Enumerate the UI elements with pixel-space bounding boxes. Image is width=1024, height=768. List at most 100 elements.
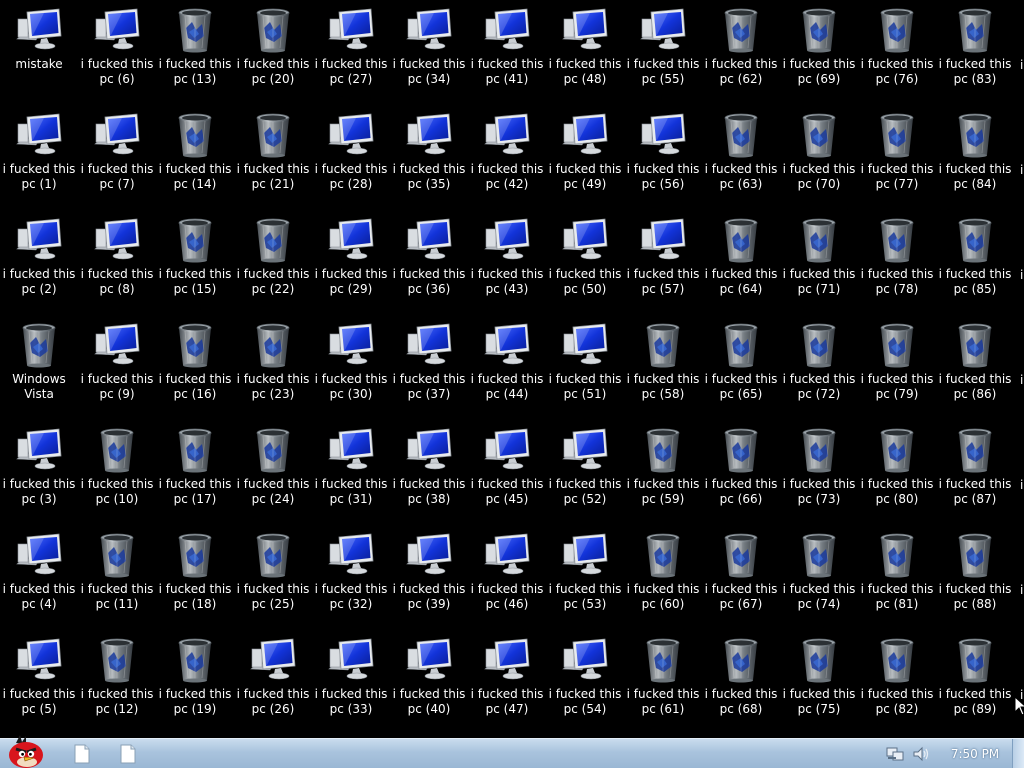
- clock[interactable]: 7:50 PM: [938, 747, 1012, 761]
- desktop-icon-recycle-bin[interactable]: i fucked this pc (88): [936, 525, 1014, 621]
- desktop-icon-recycle-bin[interactable]: i fucked this pc (68): [702, 630, 780, 726]
- desktop-icon-recycle-bin[interactable]: i fucked this pc (59): [624, 420, 702, 516]
- desktop-icon-computer[interactable]: i fucked this pc (3): [0, 420, 78, 516]
- desktop-icon-recycle-bin[interactable]: i fucked this pc (79): [858, 315, 936, 411]
- desktop-icon-computer[interactable]: i fucked this pc (56): [624, 105, 702, 201]
- desktop-icon-recycle-bin[interactable]: i fucked this pc (24): [234, 420, 312, 516]
- desktop-icon-recycle-bin[interactable]: i fucked this pc (64): [702, 210, 780, 306]
- desktop-icon-computer[interactable]: i fucked this pc (54): [546, 630, 624, 726]
- desktop-icon-computer[interactable]: i fucked this pc (30): [312, 315, 390, 411]
- desktop-icon-computer[interactable]: i fucked this pc (38): [390, 420, 468, 516]
- desktop-icon-recycle-bin[interactable]: i fucked this pc (77): [858, 105, 936, 201]
- desktop-icon-recycle-bin[interactable]: i fucked this pc (70): [780, 105, 858, 201]
- desktop-icon-computer[interactable]: i fucked this pc (47): [468, 630, 546, 726]
- desktop-icon-computer[interactable]: i fucked this pc (36): [390, 210, 468, 306]
- desktop-icon-computer[interactable]: i fucked this pc (49): [546, 105, 624, 201]
- desktop-icon-recycle-bin[interactable]: i fucked this pc (67): [702, 525, 780, 621]
- start-button[interactable]: [4, 733, 48, 768]
- desktop-icon-recycle-bin[interactable]: i fucked this pc (81): [858, 525, 936, 621]
- desktop-icon-computer[interactable]: i fucked this pc (26): [234, 630, 312, 726]
- desktop-icon-computer[interactable]: i fucked this pc (1): [0, 105, 78, 201]
- desktop-icon-recycle-bin[interactable]: i fucked this pc (17): [156, 420, 234, 516]
- desktop-icon-computer[interactable]: i fucked this pc (53): [546, 525, 624, 621]
- desktop-icon-label: i fucked this pc (29): [314, 267, 388, 296]
- desktop-icon-computer[interactable]: i fucked this pc (27): [312, 0, 390, 96]
- desktop-icon-recycle-bin[interactable]: i fucked this pc (74): [780, 525, 858, 621]
- desktop-icon-computer[interactable]: i fucked this pc (37): [390, 315, 468, 411]
- desktop-icon-computer[interactable]: i fucked this pc (57): [624, 210, 702, 306]
- desktop-icon-computer[interactable]: i fucked this pc (29): [312, 210, 390, 306]
- desktop-icon-computer[interactable]: i fucked this pc (8): [78, 210, 156, 306]
- desktop-icon-computer[interactable]: i fucked this pc (5): [0, 630, 78, 726]
- show-desktop-button[interactable]: [1012, 739, 1024, 768]
- desktop-icon-recycle-bin[interactable]: i fucked this pc (12): [78, 630, 156, 726]
- desktop-icon-computer[interactable]: i fucked this pc (52): [546, 420, 624, 516]
- desktop-icon-computer[interactable]: i fucked this pc (32): [312, 525, 390, 621]
- desktop-icon-computer[interactable]: i fucked this pc (2): [0, 210, 78, 306]
- desktop-icon-recycle-bin[interactable]: i fucked this pc (14): [156, 105, 234, 201]
- desktop-icon-computer[interactable]: i fucked this pc (39): [390, 525, 468, 621]
- desktop-icon-recycle-bin[interactable]: i fucked this pc (69): [780, 0, 858, 96]
- desktop-icon-computer[interactable]: i fucked this pc (31): [312, 420, 390, 516]
- desktop-icon-recycle-bin[interactable]: i fucked this pc (15): [156, 210, 234, 306]
- desktop-icon-computer[interactable]: i fucked this pc (48): [546, 0, 624, 96]
- desktop-icon-computer[interactable]: i fucked this pc (4): [0, 525, 78, 621]
- desktop-icon-computer[interactable]: i fucked this pc (44): [468, 315, 546, 411]
- desktop-icon-recycle-bin[interactable]: i fucked this pc (84): [936, 105, 1014, 201]
- desktop-icon-recycle-bin[interactable]: i fucked this pc (87): [936, 420, 1014, 516]
- desktop-icon-computer[interactable]: i fucked this pc (51): [546, 315, 624, 411]
- desktop-icon-recycle-bin[interactable]: i fucked this pc (22): [234, 210, 312, 306]
- desktop-icon-recycle-bin[interactable]: i fucked this pc (58): [624, 315, 702, 411]
- desktop-icon-recycle-bin[interactable]: i fucked this pc (63): [702, 105, 780, 201]
- desktop-icon-recycle-bin[interactable]: i fucked this pc (11): [78, 525, 156, 621]
- desktop-icon-recycle-bin[interactable]: i fucked this pc (89): [936, 630, 1014, 726]
- desktop-icon-computer[interactable]: i fucked this pc (45): [468, 420, 546, 516]
- desktop-icon-recycle-bin[interactable]: i fucked this pc (71): [780, 210, 858, 306]
- pinned-document-button[interactable]: [120, 744, 136, 764]
- desktop-icon-recycle-bin[interactable]: i fucked this pc (78): [858, 210, 936, 306]
- desktop-icon-recycle-bin[interactable]: i fucked this pc (62): [702, 0, 780, 96]
- desktop-icon-computer[interactable]: i fucked this pc (41): [468, 0, 546, 96]
- desktop-icon-recycle-bin[interactable]: i fucked this pc (60): [624, 525, 702, 621]
- desktop-icon-recycle-bin[interactable]: i fucked this pc (73): [780, 420, 858, 516]
- volume-icon[interactable]: [912, 745, 930, 763]
- desktop-icon-recycle-bin[interactable]: i fucked this pc (65): [702, 315, 780, 411]
- desktop-icon-computer[interactable]: i fucked this pc (34): [390, 0, 468, 96]
- desktop-icon-computer[interactable]: i fucked this pc (43): [468, 210, 546, 306]
- desktop-icon-recycle-bin[interactable]: i fucked this pc (20): [234, 0, 312, 96]
- desktop-icon-computer[interactable]: i fucked this pc (40): [390, 630, 468, 726]
- desktop-icon-computer[interactable]: i fucked this pc (33): [312, 630, 390, 726]
- desktop-icon-computer[interactable]: i fucked this pc (46): [468, 525, 546, 621]
- desktop-icon-recycle-bin[interactable]: i fucked this pc (16): [156, 315, 234, 411]
- desktop-icon-recycle-bin[interactable]: i fucked this pc (66): [702, 420, 780, 516]
- desktop-icon-computer[interactable]: i fucked this pc (6): [78, 0, 156, 96]
- desktop-icon-computer[interactable]: i fucked this pc (35): [390, 105, 468, 201]
- desktop-icon-recycle-bin[interactable]: i fucked this pc (25): [234, 525, 312, 621]
- desktop-icon-recycle-bin[interactable]: i fucked this pc (82): [858, 630, 936, 726]
- desktop-icon-recycle-bin[interactable]: Windows Vista: [0, 315, 78, 411]
- desktop-icon-recycle-bin[interactable]: i fucked this pc (80): [858, 420, 936, 516]
- desktop-icon-recycle-bin[interactable]: i fucked this pc (76): [858, 0, 936, 96]
- desktop-icon-computer[interactable]: i fucked this pc (28): [312, 105, 390, 201]
- desktop-icon-recycle-bin[interactable]: i fucked this pc (85): [936, 210, 1014, 306]
- desktop-icon-computer[interactable]: i fucked this pc (50): [546, 210, 624, 306]
- desktop-icon-recycle-bin[interactable]: i fucked this pc (83): [936, 0, 1014, 96]
- desktop-icon-recycle-bin[interactable]: i fucked this pc (13): [156, 0, 234, 96]
- desktop-icon-recycle-bin[interactable]: i fucked this pc (72): [780, 315, 858, 411]
- pinned-document-button[interactable]: [74, 744, 90, 764]
- desktop-icon-recycle-bin[interactable]: i fucked this pc (19): [156, 630, 234, 726]
- desktop[interactable]: mistake i fucked this pc (1) i fucked th…: [0, 0, 1024, 738]
- desktop-icon-computer[interactable]: mistake: [0, 0, 78, 96]
- desktop-icon-recycle-bin[interactable]: i fucked this pc (86): [936, 315, 1014, 411]
- desktop-icon-computer[interactable]: i fucked this pc (9): [78, 315, 156, 411]
- desktop-icon-recycle-bin[interactable]: i fucked this pc (18): [156, 525, 234, 621]
- network-icon[interactable]: [886, 745, 904, 763]
- desktop-icon-recycle-bin[interactable]: i fucked this pc (75): [780, 630, 858, 726]
- desktop-icon-computer[interactable]: i fucked this pc (7): [78, 105, 156, 201]
- desktop-icon-computer[interactable]: i fucked this pc (55): [624, 0, 702, 96]
- desktop-icon-recycle-bin[interactable]: i fucked this pc (23): [234, 315, 312, 411]
- desktop-icon-recycle-bin[interactable]: i fucked this pc (10): [78, 420, 156, 516]
- desktop-icon-computer[interactable]: i fucked this pc (42): [468, 105, 546, 201]
- desktop-icon-recycle-bin[interactable]: i fucked this pc (61): [624, 630, 702, 726]
- desktop-icon-recycle-bin[interactable]: i fucked this pc (21): [234, 105, 312, 201]
